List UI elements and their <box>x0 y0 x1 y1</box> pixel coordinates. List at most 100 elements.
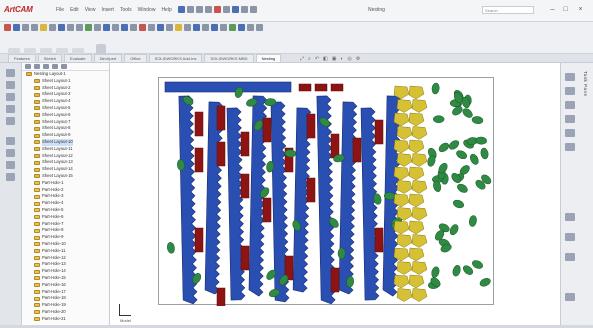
hide-icon[interactable] <box>247 24 254 31</box>
nest-icon[interactable] <box>85 24 92 31</box>
green-part[interactable] <box>475 136 487 145</box>
green-part[interactable] <box>431 82 440 95</box>
tree-item[interactable]: Part-Hole-12 <box>22 255 109 262</box>
appearances-icon[interactable] <box>565 129 575 137</box>
red-part[interactable] <box>314 83 328 92</box>
yellow-part[interactable] <box>408 166 425 181</box>
nested-parts-layer[interactable] <box>159 78 495 313</box>
tree-item[interactable]: Sheet Layout-6 <box>22 112 109 119</box>
design-library-icon[interactable] <box>565 87 575 95</box>
red-part[interactable] <box>306 177 316 203</box>
filter-icon[interactable] <box>6 137 15 145</box>
rectangle-icon[interactable] <box>22 24 29 31</box>
pattern-icon[interactable] <box>76 24 83 31</box>
move-icon[interactable] <box>148 24 155 31</box>
red-part[interactable] <box>240 131 250 157</box>
mirror-icon[interactable] <box>67 24 74 31</box>
blue-part[interactable] <box>178 95 198 305</box>
dimxpert-icon[interactable] <box>6 105 15 113</box>
tree-item[interactable]: Sheet Layout-1 <box>22 78 109 85</box>
view-settings-icon[interactable]: ⚙ <box>356 56 360 62</box>
tree-item[interactable]: Part-Hole-11 <box>22 248 109 255</box>
graphics-area[interactable]: Model <box>110 63 560 325</box>
green-part[interactable] <box>455 149 468 161</box>
tab-office[interactable]: Office <box>124 54 147 62</box>
menu-file[interactable]: File <box>56 7 64 13</box>
tree-tab-display-icon[interactable] <box>61 64 67 69</box>
custom-properties-icon[interactable] <box>565 143 575 151</box>
rotate-icon[interactable] <box>157 24 164 31</box>
tree-item[interactable]: Part-Hole-21 <box>22 316 109 323</box>
sheet-icon[interactable] <box>94 24 101 31</box>
yellow-part[interactable] <box>411 99 428 113</box>
config-icon[interactable] <box>6 93 15 101</box>
red-part[interactable] <box>352 137 362 163</box>
tree-tab-dimxpert-icon[interactable] <box>52 64 58 69</box>
tree-item[interactable]: Sheet Layout-10 <box>22 138 109 146</box>
yellow-part[interactable] <box>396 126 413 140</box>
tree-item[interactable]: Sheet Layout-12 <box>22 153 109 160</box>
green-part[interactable] <box>471 116 484 124</box>
relation-icon[interactable] <box>130 24 137 31</box>
help-search-input[interactable]: Search <box>482 6 534 14</box>
pane-tool-2-icon[interactable] <box>565 233 575 241</box>
yellow-part[interactable] <box>411 180 428 194</box>
tree-item[interactable]: Part-Hole-6 <box>22 214 109 221</box>
tree-item[interactable]: Part-Hole-16 <box>22 282 109 289</box>
save-icon[interactable] <box>196 6 203 13</box>
tree-item[interactable]: Part-Hole-3 <box>22 193 109 200</box>
yellow-part[interactable] <box>408 112 425 127</box>
tree-item[interactable]: Part-Hole-14 <box>22 268 109 275</box>
menu-tools[interactable]: Tools <box>120 7 132 13</box>
tab-mbd[interactable]: SOLIDWORKS MBD <box>204 54 254 62</box>
yellow-part[interactable] <box>396 180 413 194</box>
tree-tab-property-icon[interactable] <box>34 64 40 69</box>
red-part[interactable] <box>216 287 226 313</box>
offset-icon[interactable] <box>58 24 65 31</box>
section-icon[interactable] <box>238 24 245 31</box>
menu-edit[interactable]: Edit <box>70 7 79 13</box>
tree-item[interactable]: Sheet Layout-7 <box>22 119 109 126</box>
tree-item[interactable]: Sheet Layout-8 <box>22 125 109 132</box>
tree-item[interactable]: Sheet Layout-11 <box>22 146 109 153</box>
tree-item[interactable]: Sheet Layout-4 <box>22 98 109 105</box>
collapse-icon[interactable] <box>6 161 15 169</box>
blue-part[interactable] <box>164 81 292 93</box>
print-icon[interactable] <box>205 6 212 13</box>
red-part[interactable] <box>216 105 226 131</box>
yellow-part[interactable] <box>396 99 413 113</box>
maximize-icon[interactable]: □ <box>561 5 570 14</box>
zoom-icon[interactable] <box>193 24 200 31</box>
red-part[interactable] <box>298 83 312 92</box>
tab-nesting[interactable]: Nesting <box>255 54 282 62</box>
green-part[interactable] <box>166 242 175 254</box>
hide-show-icon[interactable]: ◎ <box>348 56 352 62</box>
open-icon[interactable] <box>187 6 194 13</box>
display-style-icon[interactable]: ◐ <box>341 56 344 62</box>
yellow-part[interactable] <box>408 85 425 100</box>
yellow-part[interactable] <box>396 288 413 302</box>
green-part[interactable] <box>471 259 484 270</box>
settings-icon[interactable] <box>256 24 263 31</box>
tab-addins[interactable]: SOLIDWORKS Add-Ins <box>148 54 203 62</box>
tree-item[interactable]: Nesting Layout-1 <box>22 71 109 78</box>
yellow-part[interactable] <box>408 193 425 208</box>
yellow-part[interactable] <box>408 220 425 235</box>
options-icon[interactable] <box>250 6 257 13</box>
circle-icon[interactable] <box>31 24 38 31</box>
yellow-part[interactable] <box>393 274 410 289</box>
arc-icon[interactable] <box>40 24 47 31</box>
red-part[interactable] <box>330 133 340 159</box>
render-icon[interactable] <box>220 24 227 31</box>
dimension-icon[interactable] <box>121 24 128 31</box>
green-part[interactable] <box>461 107 474 120</box>
delete-icon[interactable] <box>139 24 146 31</box>
trim-icon[interactable] <box>49 24 56 31</box>
grid-icon[interactable] <box>175 24 182 31</box>
menu-window[interactable]: Window <box>138 7 156 13</box>
tab-evaluate[interactable]: Evaluate <box>64 54 92 62</box>
red-part[interactable] <box>374 119 384 145</box>
yellow-part[interactable] <box>411 261 428 275</box>
red-part[interactable] <box>216 141 226 167</box>
tree-item[interactable]: Part-Hole-17 <box>22 289 109 296</box>
